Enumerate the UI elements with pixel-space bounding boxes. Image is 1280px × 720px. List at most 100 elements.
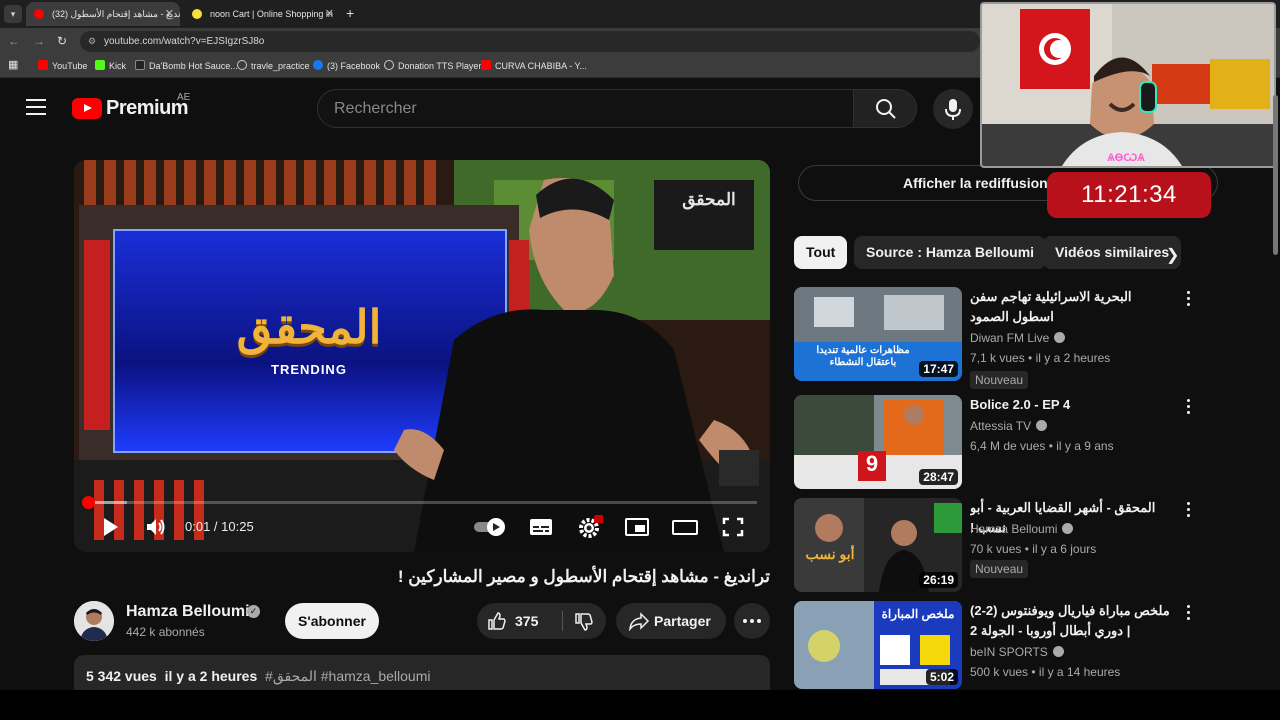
video-player[interactable]: المحقق TRENDING المحقق 0:01 / 10:25	[74, 160, 770, 552]
thumbs-up-icon	[488, 612, 506, 630]
hashtags[interactable]: #المحقق #hamza_belloumi	[265, 668, 430, 684]
channel-name[interactable]: Hamza Belloumi	[126, 603, 250, 621]
menu-icon[interactable]	[26, 99, 46, 115]
youtube-favicon-icon	[34, 9, 44, 19]
video-thumbnail[interactable]: مظاهرات عالمية تنديدا باعتقال النشطاء 17…	[794, 287, 962, 381]
autoplay-toggle[interactable]	[472, 515, 510, 539]
webcam-feed	[982, 4, 1274, 166]
subtitles-button[interactable]	[527, 515, 555, 539]
list-item[interactable]: أبو نسب 26:19 المحقق - أشهر القضايا العر…	[794, 498, 1214, 594]
chip-source[interactable]: Source : Hamza Belloumi	[854, 236, 1047, 269]
bookmark-favicon-icon	[135, 60, 145, 70]
address-bar[interactable]: ⚙ youtube.com/watch?v=EJSIgzrSJ8o	[80, 31, 980, 52]
list-item[interactable]: ملخص المباراة 5:02 ملخص مباراة فياريال و…	[794, 601, 1214, 689]
time-display: 0:01 / 10:25	[185, 519, 254, 534]
bookmark-kick[interactable]: Kick	[95, 60, 126, 71]
chevron-right-icon[interactable]: ❯	[1166, 245, 1179, 265]
settings-button[interactable]	[575, 515, 606, 539]
duration-badge: 17:47	[919, 361, 958, 377]
share-icon	[629, 612, 650, 631]
description-box[interactable]: 5 342 vues il y a 2 heures #المحقق #hamz…	[74, 655, 770, 690]
bookmark-travle-practice[interactable]: travle_practice	[237, 60, 310, 71]
progress-bar[interactable]	[87, 501, 757, 504]
recommendation-title[interactable]: البحرية الاسرائيلية تهاجم سفن اسطول الصم…	[970, 287, 1170, 327]
filter-chips: Tout Source : Hamza Belloumi Vidéos simi…	[794, 236, 1194, 269]
search-input[interactable]: Rechercher	[317, 89, 854, 128]
recommendation-channel[interactable]: Hamza Belloumi	[970, 522, 1074, 536]
tab-noon[interactable]: noon Cart | Online Shopping in ✕	[184, 2, 340, 26]
chip-all[interactable]: Tout	[794, 236, 848, 269]
video-thumbnail[interactable]: 9 28:47	[794, 395, 962, 489]
theater-mode-icon	[672, 520, 698, 535]
miniplayer-button[interactable]	[623, 515, 651, 539]
thumbnail-show-title: المحقق	[236, 301, 382, 353]
close-tab-icon[interactable]: ✕	[325, 2, 334, 26]
bookmark-facebook[interactable]: (3) Facebook	[313, 60, 380, 71]
share-button[interactable]: Partager	[616, 603, 726, 639]
duration-badge: 5:02	[925, 669, 958, 685]
recommendation-channel[interactable]: Attessia TV	[970, 419, 1048, 433]
verified-badge-icon: ✓	[247, 605, 260, 618]
avatar[interactable]	[74, 601, 114, 641]
forward-icon[interactable]: →	[33, 34, 45, 48]
chip-similar[interactable]: Vidéos similaires	[1043, 236, 1182, 269]
like-button[interactable]: 375	[477, 603, 561, 639]
thumbnail-show-subtitle: TRENDING	[271, 362, 347, 377]
more-vertical-icon[interactable]	[1184, 605, 1192, 621]
reload-icon[interactable]: ↻	[57, 34, 67, 48]
globe-icon	[384, 60, 394, 70]
list-item[interactable]: 9 28:47 Bolice 2.0 - EP 4 Attessia TV 6,…	[794, 395, 1214, 491]
thumbnail-caption: ملخص المباراة	[881, 607, 955, 621]
video-thumbnail[interactable]: أبو نسب 26:19	[794, 498, 962, 592]
bookmark-donation[interactable]: Donation TTS Player	[384, 60, 481, 71]
miniplayer-icon	[625, 518, 649, 536]
subscriber-count: 442 k abonnés	[126, 625, 205, 639]
subscribe-button[interactable]: S'abonner	[285, 603, 379, 639]
more-actions-button[interactable]	[734, 603, 770, 639]
theater-mode-button[interactable]	[671, 515, 699, 539]
youtube-play-icon	[72, 98, 102, 119]
scrubber-handle[interactable]	[82, 496, 95, 509]
country-code: AE	[177, 92, 191, 103]
tab-youtube[interactable]: (32) ترانديغ - مشاهد إقتحام الأسطول ✕	[26, 2, 180, 26]
play-button[interactable]	[96, 515, 124, 539]
recommendation-channel[interactable]: beIN SPORTS	[970, 645, 1064, 659]
microphone-icon	[945, 99, 961, 120]
scrollbar-thumb[interactable]	[1273, 95, 1278, 255]
more-vertical-icon[interactable]	[1184, 502, 1192, 518]
voice-search-button[interactable]	[933, 89, 973, 129]
bookmark-curva[interactable]: CURVA CHABIBA - Y...	[481, 60, 587, 71]
globe-icon	[237, 60, 247, 70]
close-tab-icon[interactable]: ✕	[165, 2, 174, 26]
volume-button[interactable]	[142, 515, 170, 539]
view-count: 5 342 vues	[86, 668, 157, 684]
fullscreen-button[interactable]	[719, 515, 747, 539]
more-vertical-icon[interactable]	[1184, 291, 1192, 307]
verified-badge-icon	[1036, 420, 1048, 431]
kick-icon	[95, 60, 105, 70]
avatar-image	[74, 601, 114, 641]
share-label: Partager	[654, 613, 711, 629]
apps-grid-icon[interactable]: ▦	[8, 58, 18, 71]
recommendation-meta: 6,4 M de vues • il y a 9 ans	[970, 439, 1114, 453]
bookmark-dabomb[interactable]: Da'Bomb Hot Sauce...	[135, 60, 238, 71]
site-info-icon[interactable]: ⚙	[88, 31, 96, 52]
recommendation-title[interactable]: ملخص مباراة فياريال ويوفنتوس (2-2) | دور…	[970, 601, 1170, 641]
dislike-button[interactable]	[563, 603, 606, 639]
search-button[interactable]	[853, 89, 917, 128]
more-vertical-icon[interactable]	[1184, 399, 1192, 415]
thumbs-down-icon	[575, 613, 593, 631]
recommendation-title[interactable]: Bolice 2.0 - EP 4	[970, 395, 1170, 415]
volume-icon	[147, 519, 165, 535]
bookmark-youtube[interactable]: YouTube	[38, 60, 87, 71]
video-thumbnail[interactable]: ملخص المباراة 5:02	[794, 601, 962, 689]
new-tab-icon[interactable]: +	[346, 5, 354, 21]
video-frame	[74, 160, 770, 552]
list-item[interactable]: مظاهرات عالمية تنديدا باعتقال النشطاء 17…	[794, 287, 1214, 389]
tab-search-button[interactable]: ▾	[4, 5, 22, 23]
youtube-icon	[38, 60, 48, 70]
fullscreen-icon	[722, 517, 744, 537]
back-icon[interactable]: ←	[8, 34, 20, 48]
recommendation-channel[interactable]: Diwan FM Live	[970, 331, 1066, 345]
channel-watermark: المحقق	[682, 190, 736, 209]
